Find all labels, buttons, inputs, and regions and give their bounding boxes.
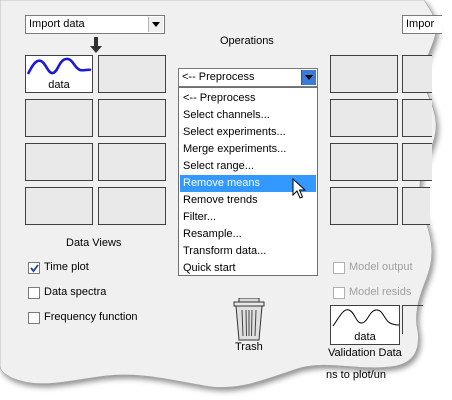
data-spectra-checkbox[interactable]	[28, 287, 40, 299]
operations-label: Operations	[220, 35, 274, 47]
menu-item-select-channels[interactable]: Select channels...	[180, 107, 316, 124]
empty-data-tile[interactable]	[98, 187, 166, 225]
model-resids-checkbox[interactable]	[333, 287, 345, 299]
model-slot-tile[interactable]	[402, 305, 423, 334]
menu-item-transform-data[interactable]: Transform data...	[180, 243, 316, 260]
empty-data-tile[interactable]	[98, 143, 166, 181]
empty-model-tile[interactable]	[402, 99, 432, 137]
import-data-dropdown[interactable]: Import data	[25, 15, 165, 34]
data-spectra-label[interactable]: Data spectra	[44, 286, 106, 298]
frequency-function-checkbox[interactable]	[28, 312, 40, 324]
import-data-dropdown-value: Import data	[29, 18, 85, 30]
operations-dropdown-value: <-- Preprocess	[182, 71, 255, 83]
trash-can-icon[interactable]	[232, 298, 266, 342]
trash-label: Trash	[235, 341, 263, 353]
empty-data-tile[interactable]	[98, 55, 166, 93]
frequency-function-label[interactable]: Frequency function	[44, 311, 138, 323]
down-arrow-icon	[90, 37, 102, 53]
menu-item-resample[interactable]: Resample...	[180, 226, 316, 243]
empty-model-tile[interactable]	[402, 187, 430, 225]
data-plot-icon	[26, 57, 92, 75]
menu-item-filter[interactable]: Filter...	[180, 209, 316, 226]
menu-item-preprocess[interactable]: <-- Preprocess	[180, 90, 316, 107]
empty-model-tile[interactable]	[402, 143, 432, 181]
mouse-cursor-icon	[292, 178, 306, 199]
footer-hint-text: ns to plot/un	[326, 369, 386, 381]
time-plot-checkbox[interactable]	[28, 262, 40, 274]
import-models-dropdown[interactable]: Impor	[402, 15, 442, 34]
dropdown-arrow-icon[interactable]	[301, 70, 316, 85]
operations-dropdown[interactable]: <-- Preprocess	[178, 68, 318, 87]
validation-data-caption: Validation Data	[328, 347, 402, 359]
menu-item-select-range[interactable]: Select range...	[180, 158, 316, 175]
empty-model-tile[interactable]	[330, 187, 398, 225]
data-views-title: Data Views	[66, 237, 122, 249]
empty-data-tile[interactable]	[25, 187, 93, 225]
empty-data-tile[interactable]	[25, 99, 93, 137]
time-plot-label[interactable]: Time plot	[44, 261, 89, 273]
dropdown-arrow-icon[interactable]	[148, 17, 163, 32]
empty-model-tile[interactable]	[330, 99, 398, 137]
validation-plot-icon	[332, 309, 399, 327]
import-models-dropdown-value: Impor	[406, 18, 435, 30]
menu-item-select-experiments[interactable]: Select experiments...	[180, 124, 316, 141]
empty-model-tile[interactable]	[330, 143, 398, 181]
empty-data-tile[interactable]	[98, 99, 166, 137]
validation-data-tile[interactable]: data	[330, 305, 400, 345]
empty-model-tile[interactable]	[330, 55, 398, 93]
model-output-checkbox[interactable]	[333, 262, 345, 274]
menu-item-merge-experiments[interactable]: Merge experiments...	[180, 141, 316, 158]
data-tile-label: data	[48, 79, 70, 91]
validation-tile-label: data	[354, 331, 376, 343]
data-tile[interactable]: data	[25, 55, 93, 93]
empty-model-tile[interactable]	[402, 55, 432, 93]
menu-item-quick-start[interactable]: Quick start	[180, 260, 316, 277]
model-resids-label[interactable]: Model resids	[349, 286, 411, 298]
model-output-label[interactable]: Model output	[349, 261, 413, 273]
empty-data-tile[interactable]	[25, 143, 93, 181]
checkmark-icon	[30, 264, 39, 273]
